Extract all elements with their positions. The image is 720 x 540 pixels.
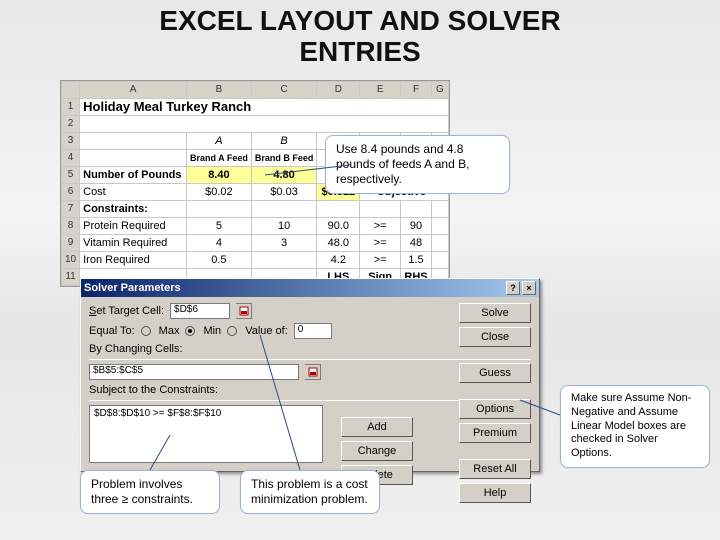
solver-dialog: Solver Parameters ? × Set Target Cell: $… [80, 278, 540, 472]
help-icon[interactable]: ? [506, 281, 520, 295]
target-cell-label: Set Target Cell: [89, 305, 164, 317]
col-hdr-B[interactable]: B [186, 82, 251, 99]
col-hdr-G[interactable]: G [431, 82, 448, 99]
callout-minimization: This problem is a cost minimization prob… [240, 470, 380, 514]
add-button[interactable]: Add [341, 417, 413, 437]
help-button[interactable]: Help [459, 483, 531, 503]
table-row: 2 [62, 116, 449, 133]
constraints-list[interactable]: $D$8:$D$10 >= $F$8:$F$10 [89, 405, 323, 463]
value-of-input[interactable]: 0 [294, 323, 332, 339]
radio-max[interactable] [141, 326, 151, 336]
table-row: 1Holiday Meal Turkey Ranch [62, 99, 449, 116]
equal-to-label: Equal To: [89, 325, 135, 337]
table-row: 7Constraints: [62, 201, 449, 218]
close-icon[interactable]: × [522, 281, 536, 295]
callout-feeds: Use 8.4 pounds and 4.8 pounds of feeds A… [325, 135, 510, 194]
target-cell-input[interactable]: $D$6 [170, 303, 230, 319]
radio-min[interactable] [185, 326, 195, 336]
table-row: 9Vitamin Required4348.0>=48 [62, 235, 449, 252]
col-hdr-D[interactable]: D [317, 82, 360, 99]
table-row: 10Iron Required0.54.2>=1.5 [62, 252, 449, 269]
col-hdr-E[interactable]: E [360, 82, 401, 99]
change-button[interactable]: Change [341, 441, 413, 461]
cell-A1[interactable]: Holiday Meal Turkey Ranch [80, 99, 449, 116]
close-button[interactable]: Close [459, 327, 531, 347]
options-button[interactable]: Options [459, 399, 531, 419]
solve-button[interactable]: Solve [459, 303, 531, 323]
dialog-title: Solver Parameters [84, 282, 181, 294]
dialog-titlebar[interactable]: Solver Parameters ? × [81, 279, 539, 297]
radio-value-of[interactable] [227, 326, 237, 336]
col-hdr-F[interactable]: F [401, 82, 432, 99]
premium-button[interactable]: Premium [459, 423, 531, 443]
title-line-1: EXCEL LAYOUT AND SOLVER [0, 6, 720, 37]
changing-cells-input[interactable]: $B$5:$C$5 [89, 364, 299, 380]
col-hdr-C[interactable]: C [251, 82, 317, 99]
col-hdr-A[interactable]: A [80, 82, 187, 99]
reset-all-button[interactable]: Reset All [459, 459, 531, 479]
guess-button[interactable]: Guess [459, 363, 531, 383]
refedit-icon[interactable] [236, 303, 252, 319]
col-hdr-blank[interactable] [62, 82, 80, 99]
table-row: 8Protein Required51090.0>=90 [62, 218, 449, 235]
constraint-item[interactable]: $D$8:$D$10 >= $F$8:$F$10 [94, 408, 318, 419]
title-line-2: ENTRIES [0, 37, 720, 68]
callout-constraints: Problem involves three ≥ constraints. [80, 470, 220, 514]
page-title: EXCEL LAYOUT AND SOLVER ENTRIES [0, 0, 720, 70]
callout-options: Make sure Assume Non-Negative and Assume… [560, 385, 710, 468]
refedit-icon[interactable] [305, 364, 321, 380]
